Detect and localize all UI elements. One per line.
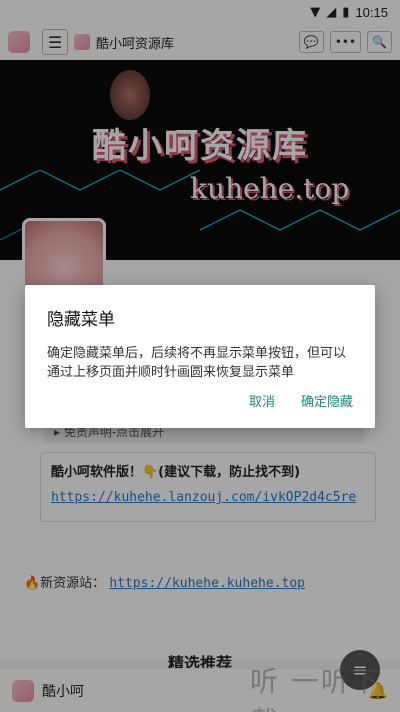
confirm-hide-button[interactable]: 确定隐藏: [301, 391, 353, 410]
hide-menu-dialog: 隐藏菜单 确定隐藏菜单后，后续将不再显示菜单按钮，但可以通过上移页面并顺时针画圆…: [25, 285, 375, 428]
cancel-button[interactable]: 取消: [249, 391, 275, 410]
dialog-title: 隐藏菜单: [47, 310, 115, 330]
dialog-message: 确定隐藏菜单后，后续将不再显示菜单按钮，但可以通过上移页面并顺时针画圆来恢复显示…: [47, 346, 347, 380]
